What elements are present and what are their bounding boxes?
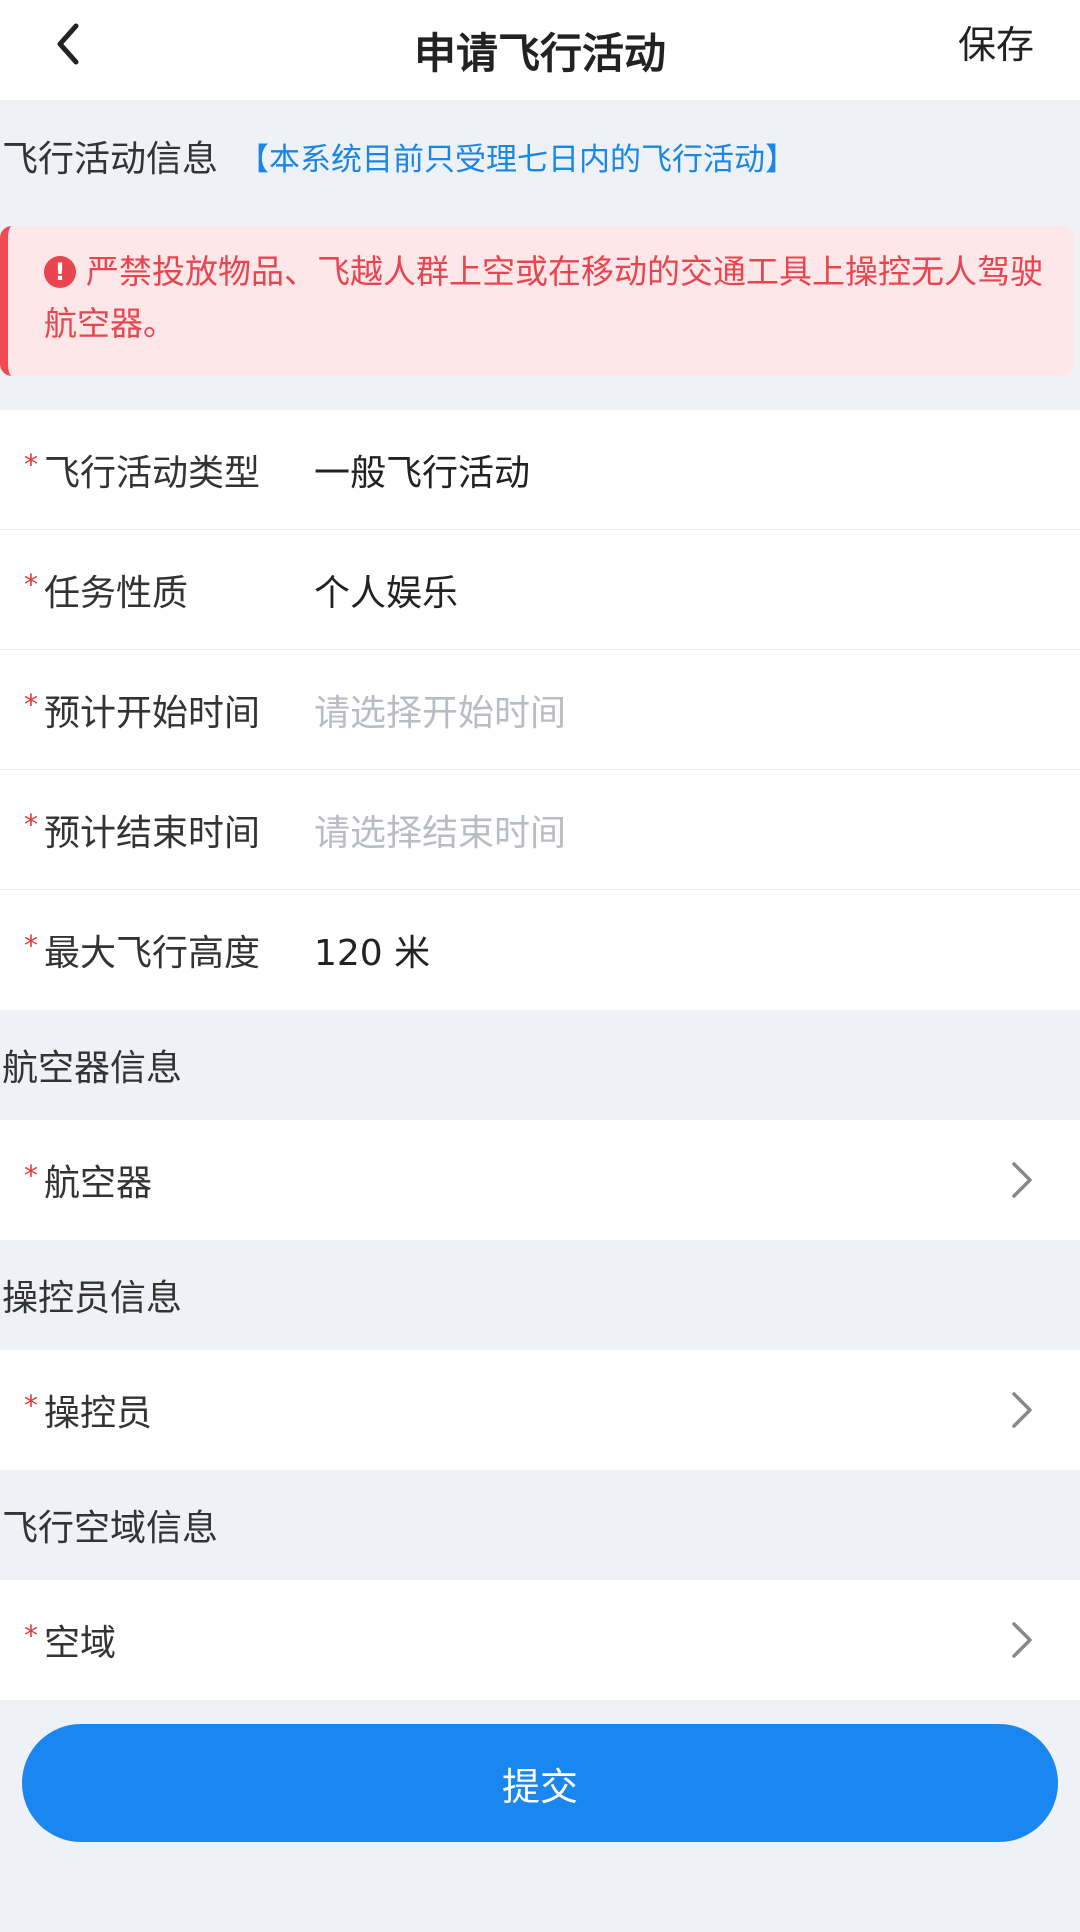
airspace-group: * 空域 [0, 1580, 1080, 1700]
exclamation-icon: ! [44, 256, 76, 288]
field-activity-type[interactable]: * 飞行活动类型 一般飞行活动 [0, 410, 1080, 530]
required-mark: * [24, 1388, 38, 1422]
field-label: 飞行活动类型 [44, 452, 261, 494]
field-label: 预计结束时间 [44, 812, 261, 854]
field-label: 航空器 [44, 1163, 153, 1204]
required-mark: * [24, 688, 38, 721]
aircraft-group: * 航空器 [0, 1120, 1080, 1240]
field-label: 预计开始时间 [44, 692, 261, 734]
field-label: 操控员 [44, 1393, 153, 1434]
field-value: 一般飞行活动 [314, 452, 531, 494]
section-title: 飞行活动信息 [2, 139, 219, 180]
aircraft-row[interactable]: * 航空器 [0, 1120, 1080, 1240]
start-time-input[interactable]: 请选择开始时间 [314, 684, 566, 736]
chevron-left-icon [57, 23, 79, 65]
top-bar: 申请飞行活动 保存 [0, 0, 1080, 100]
alert-text: 严禁投放物品、飞越人群上空或在移动的交通工具上操控无人驾驶航空器。 [44, 252, 1043, 343]
save-button[interactable]: 保存 [958, 14, 1034, 69]
field-label: 任务性质 [44, 572, 189, 614]
back-button[interactable] [40, 14, 100, 74]
field-label: 最大飞行高度 [44, 933, 261, 974]
section-title: 飞行空域信息 [2, 1508, 219, 1549]
field-task-nature[interactable]: * 任务性质 个人娱乐 [0, 530, 1080, 650]
field-max-altitude[interactable]: * 最大飞行高度 120 米 [0, 890, 1080, 1010]
chevron-right-icon [1012, 1162, 1032, 1198]
field-start-time[interactable]: * 预计开始时间 请选择开始时间 [0, 650, 1080, 770]
submit-button[interactable]: 提交 [22, 1724, 1058, 1842]
airspace-row[interactable]: * 空域 [0, 1580, 1080, 1700]
required-mark: * [24, 568, 38, 601]
page-title: 申请飞行活动 [413, 28, 666, 78]
required-mark: * [24, 808, 38, 841]
operator-row[interactable]: * 操控员 [0, 1350, 1080, 1470]
section-title: 操控员信息 [2, 1278, 183, 1319]
required-mark: * [24, 448, 38, 481]
field-value: 个人娱乐 [314, 572, 459, 614]
chevron-right-icon [1012, 1392, 1032, 1428]
flight-info-header: 飞行活动信息 【本系统目前只受理七日内的飞行活动】 [0, 100, 1080, 212]
operator-group: * 操控员 [0, 1350, 1080, 1470]
flight-info-form: * 飞行活动类型 一般飞行活动 * 任务性质 个人娱乐 * 预计开始时间 请选择… [0, 410, 1080, 1010]
field-end-time[interactable]: * 预计结束时间 请选择结束时间 [0, 770, 1080, 890]
submit-area: 提交 [0, 1700, 1080, 1842]
required-mark: * [24, 928, 38, 962]
field-label: 空域 [44, 1623, 117, 1664]
required-mark: * [24, 1158, 38, 1192]
aircraft-info-header: 航空器信息 [0, 1010, 1080, 1120]
section-note: 【本系统目前只受理七日内的飞行活动】 [238, 141, 797, 178]
end-time-input[interactable]: 请选择结束时间 [314, 804, 566, 856]
chevron-right-icon [1012, 1622, 1032, 1658]
section-title: 航空器信息 [2, 1048, 183, 1089]
field-value: 120 米 [314, 933, 431, 974]
airspace-info-header: 飞行空域信息 [0, 1470, 1080, 1580]
required-mark: * [24, 1618, 38, 1652]
operator-info-header: 操控员信息 [0, 1240, 1080, 1350]
warning-alert: ! 严禁投放物品、飞越人群上空或在移动的交通工具上操控无人驾驶航空器。 [0, 226, 1074, 376]
